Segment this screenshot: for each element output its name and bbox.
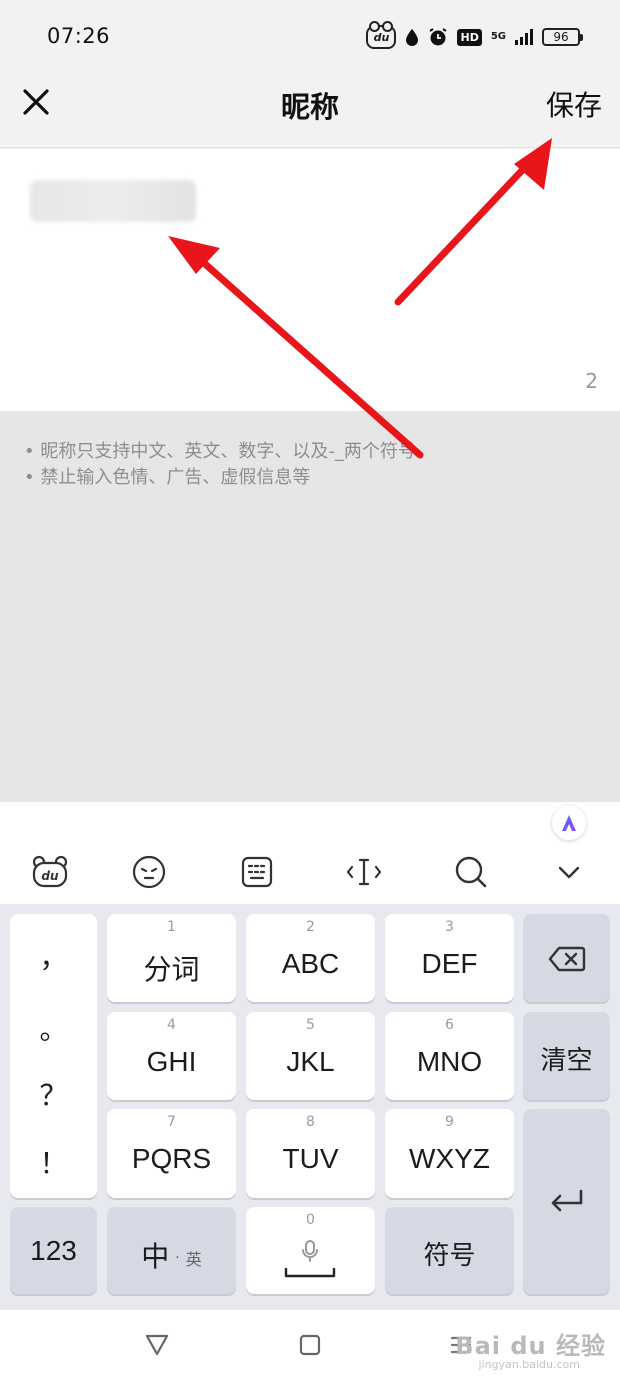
space-bar-icon bbox=[284, 1267, 336, 1278]
nav-home-button[interactable] bbox=[297, 1332, 327, 1362]
hint-text: • 昵称只支持中文、英文、数字、以及-_两个符号 bbox=[24, 441, 416, 462]
enter-icon bbox=[551, 1189, 583, 1212]
ai-assistant-icon bbox=[562, 815, 576, 831]
microphone-icon bbox=[302, 1240, 318, 1262]
key-number: 4 bbox=[167, 1017, 176, 1033]
lang-dot: · bbox=[175, 1250, 180, 1266]
page-title: 昵称 bbox=[280, 90, 339, 124]
battery-icon: 96 bbox=[542, 28, 583, 46]
backspace-icon bbox=[548, 946, 586, 972]
key-label: MNO bbox=[416, 1046, 483, 1077]
keyboard-layout-icon bbox=[241, 856, 273, 888]
backspace-key[interactable] bbox=[523, 914, 610, 1002]
key-label: 分词 bbox=[143, 954, 200, 985]
enter-key[interactable] bbox=[523, 1109, 610, 1294]
key-number: 7 bbox=[167, 1114, 176, 1130]
key-7-pqrs[interactable]: 7 PQRS bbox=[107, 1109, 236, 1198]
cursor-move-button[interactable] bbox=[344, 852, 384, 892]
clear-key[interactable]: 清空 bbox=[523, 1012, 610, 1100]
punct-exclaim-key[interactable]: ！ bbox=[10, 1142, 97, 1182]
key-number: 5 bbox=[306, 1017, 315, 1033]
key-number: 3 bbox=[445, 919, 454, 935]
collapse-keyboard-button[interactable] bbox=[549, 852, 589, 892]
watermark-url: jingyan.baidu.com bbox=[478, 1358, 580, 1371]
keyboard-toolbar: du bbox=[0, 802, 620, 904]
search-button[interactable] bbox=[451, 852, 491, 892]
key-label: PQRS bbox=[131, 1143, 212, 1174]
punctuation-column: ， 。 ？ ！ bbox=[10, 914, 97, 1198]
key-6-mno[interactable]: 6 MNO bbox=[385, 1012, 514, 1100]
alarm-icon bbox=[429, 28, 448, 46]
symbol-key[interactable]: 符号 bbox=[385, 1207, 514, 1294]
water-drop-icon bbox=[406, 29, 419, 46]
key-2-abc[interactable]: 2 ABC bbox=[246, 914, 375, 1002]
punct-comma-key[interactable]: ， bbox=[10, 936, 97, 976]
numeric-mode-key[interactable]: 123 bbox=[10, 1207, 97, 1294]
hd-badge: HD bbox=[457, 28, 482, 46]
clear-key-label: 清空 bbox=[540, 1045, 593, 1075]
status-time: 07:26 bbox=[47, 24, 111, 48]
char-count: 2 bbox=[585, 369, 598, 393]
lang-main: 中 bbox=[141, 1240, 170, 1273]
network-type: 5G bbox=[490, 31, 506, 42]
app-header: 昵称 保存 bbox=[0, 72, 620, 148]
punct-question-key[interactable]: ？ bbox=[10, 1074, 97, 1114]
save-button[interactable]: 保存 bbox=[546, 84, 602, 124]
key-number: 9 bbox=[445, 1114, 454, 1130]
du-keyboard-button[interactable]: du bbox=[30, 852, 70, 892]
key-number: 6 bbox=[445, 1017, 454, 1033]
punct-period-key[interactable]: 。 bbox=[10, 1008, 97, 1048]
signal-icon bbox=[515, 29, 533, 45]
nav-back-button[interactable] bbox=[143, 1332, 173, 1362]
nickname-input[interactable] bbox=[30, 180, 196, 222]
keyboard-layout-button[interactable] bbox=[237, 852, 277, 892]
emoji-icon bbox=[132, 855, 166, 889]
key-5-jkl[interactable]: 5 JKL bbox=[246, 1012, 375, 1100]
lang-alt: 英 bbox=[185, 1250, 202, 1269]
key-label: ABC bbox=[281, 948, 340, 979]
numeric-mode-label: 123 bbox=[30, 1235, 77, 1266]
system-nav-bar: Bai du 经验 jingyan.baidu.com bbox=[0, 1310, 620, 1386]
key-label: JKL bbox=[286, 1046, 335, 1077]
collapse-chevron-icon bbox=[558, 866, 580, 879]
baidu-jingyan-watermark: Bai du 经验 bbox=[455, 1332, 606, 1360]
hint-text: • 禁止输入色情、广告、虚假信息等 bbox=[24, 467, 311, 488]
status-bar: 07:26 du HD 5G 96 bbox=[0, 0, 620, 72]
key-number: 8 bbox=[306, 1114, 315, 1130]
key-3-def[interactable]: 3 DEF bbox=[385, 914, 514, 1002]
hints-area: • 昵称只支持中文、英文、数字、以及-_两个符号 • 禁止输入色情、广告、虚假信… bbox=[0, 411, 620, 802]
cursor-move-icon bbox=[346, 858, 382, 886]
symbol-key-label: 符号 bbox=[423, 1240, 476, 1270]
svg-text:du: du bbox=[41, 869, 59, 883]
key-number: 2 bbox=[306, 919, 315, 935]
key-number: 1 bbox=[167, 919, 176, 935]
space-voice-key[interactable]: 0 bbox=[246, 1207, 375, 1294]
key-9-wxyz[interactable]: 9 WXYZ bbox=[385, 1109, 514, 1198]
du-app-icon: du bbox=[366, 21, 397, 49]
home-square-icon bbox=[299, 1334, 321, 1356]
back-triangle-icon bbox=[145, 1334, 169, 1356]
status-icons: du HD 5G 96 bbox=[366, 21, 583, 52]
key-4-ghi[interactable]: 4 GHI bbox=[107, 1012, 236, 1100]
key-label: TUV bbox=[282, 1143, 339, 1174]
emoji-button[interactable] bbox=[129, 852, 169, 892]
search-icon bbox=[455, 856, 487, 888]
key-label: WXYZ bbox=[409, 1143, 490, 1174]
key-label: DEF bbox=[421, 948, 478, 979]
nickname-input-area[interactable]: 2 bbox=[0, 149, 620, 411]
du-keyboard-icon: du bbox=[32, 855, 68, 888]
ai-assistant-button[interactable] bbox=[552, 806, 586, 840]
key-8-tuv[interactable]: 8 TUV bbox=[246, 1109, 375, 1198]
language-switch-label: 中 · 英 bbox=[107, 1235, 236, 1275]
key-number: 0 bbox=[306, 1212, 315, 1228]
key-1-fenci[interactable]: 1 分词 bbox=[107, 914, 236, 1002]
language-switch-key[interactable]: 中 · 英 bbox=[107, 1207, 236, 1294]
key-label: GHI bbox=[146, 1046, 197, 1077]
